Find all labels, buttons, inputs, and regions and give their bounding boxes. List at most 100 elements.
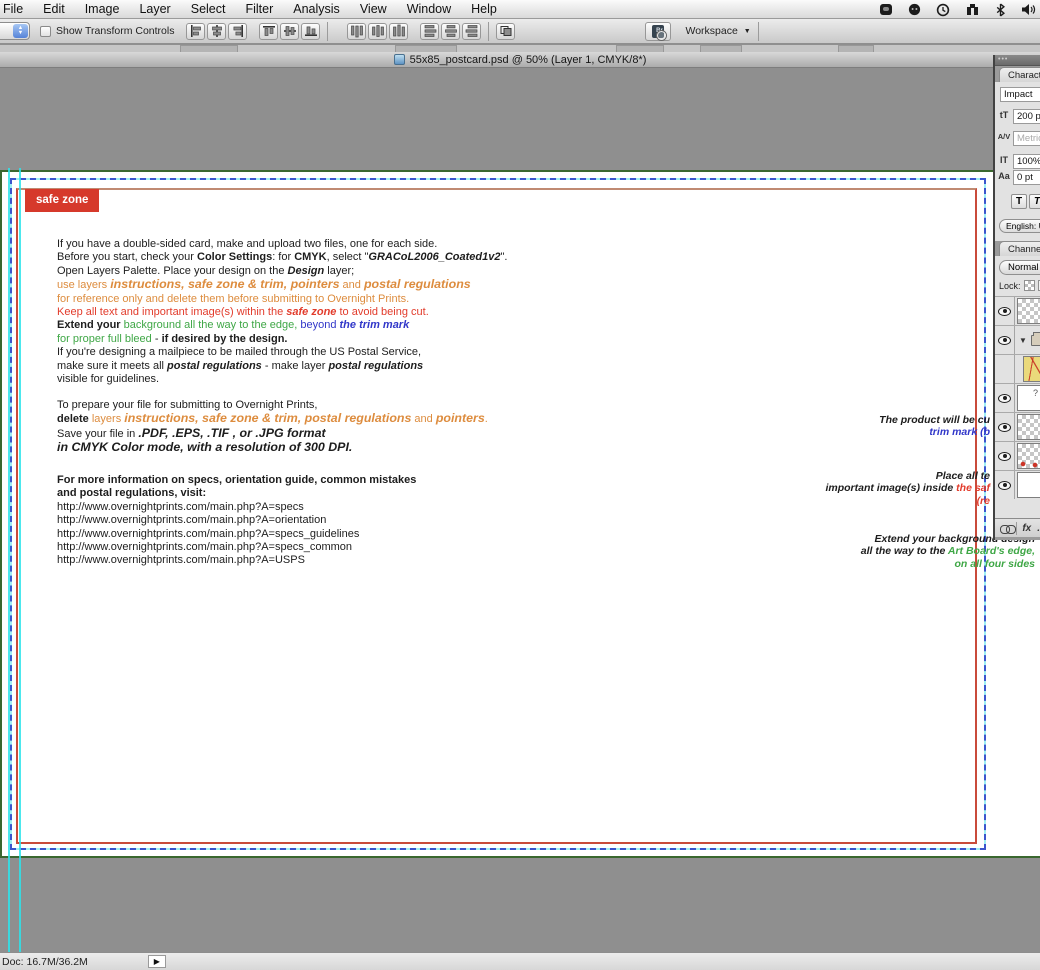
layer-style-fx-icon[interactable]: fx: [1022, 523, 1031, 534]
time-machine-clock-icon[interactable]: [936, 3, 950, 17]
text-line: http://www.overnightprints.com/main.php?…: [57, 528, 416, 541]
vertical-scale-field[interactable]: 100%: [1013, 154, 1040, 169]
menu-status-icons: [879, 0, 1036, 19]
distribute-bottom-edges-button[interactable]: [389, 23, 408, 40]
vertical-guide[interactable]: [8, 168, 10, 952]
layer-thumbnail[interactable]: [1017, 414, 1040, 440]
volume-icon[interactable]: [1021, 3, 1036, 16]
font-size-field[interactable]: 200 pt: [1013, 109, 1040, 124]
tab-channels[interactable]: Channels: [999, 241, 1040, 256]
dock-grip[interactable]: •••: [995, 55, 1040, 66]
visibility-eye-icon[interactable]: [995, 442, 1015, 470]
menu-view[interactable]: View: [350, 2, 397, 16]
text-line: delete layers instructions, safe zone & …: [57, 412, 488, 426]
menu-edit[interactable]: Edit: [33, 2, 75, 16]
kerning-field[interactable]: Metrics: [1013, 131, 1040, 146]
layer-thumbnail[interactable]: [1017, 298, 1040, 324]
menu-extra-circle-icon[interactable]: [908, 3, 921, 16]
align-horizontal-centers-button[interactable]: [207, 23, 226, 40]
safe-zone-label: safe zone: [25, 189, 99, 212]
layer-thumbnail[interactable]: [1017, 472, 1040, 498]
blend-mode-select[interactable]: Normal: [999, 260, 1040, 275]
align-bottom-edges-button[interactable]: [301, 23, 320, 40]
group-expand-icon[interactable]: ▼: [1019, 336, 1027, 345]
photoshop-application: File Edit Image Layer Select Filter Anal…: [0, 0, 1040, 970]
layer-row[interactable]: [995, 383, 1040, 412]
lock-options: Lock:: [999, 280, 1040, 291]
layer-row[interactable]: [995, 296, 1040, 325]
distribute-vertical-centers-button[interactable]: [368, 23, 387, 40]
panel-dock: ••• Character Impact tT 200 pt A/V Metri…: [993, 55, 1040, 540]
menu-file[interactable]: File: [0, 2, 33, 16]
lock-transparency-icon[interactable]: [1024, 280, 1035, 291]
group-select[interactable]: Group ▲▼: [0, 22, 30, 40]
align-top-edges-button[interactable]: [259, 23, 278, 40]
distribute-horizontal-centers-button[interactable]: [441, 23, 460, 40]
go-to-bridge-button[interactable]: Br: [645, 22, 671, 41]
instructions-text-block-1: If you have a double-sided card, make an…: [57, 238, 507, 386]
menu-window[interactable]: Window: [397, 2, 461, 16]
tab-character[interactable]: Character: [999, 67, 1040, 82]
menu-image[interactable]: Image: [75, 2, 130, 16]
show-transform-controls-checkbox[interactable]: Show Transform Controls: [40, 25, 174, 37]
align-vertical-centers-button[interactable]: [280, 23, 299, 40]
menu-filter[interactable]: Filter: [235, 2, 283, 16]
align-right-edges-button[interactable]: [228, 23, 247, 40]
visibility-eye-icon[interactable]: [995, 297, 1015, 325]
status-bar: Doc: 16.7M/36.2M ▶: [0, 952, 1040, 970]
menu-layer[interactable]: Layer: [129, 2, 180, 16]
text-line: Place all te: [825, 470, 990, 482]
link-layers-icon[interactable]: [1000, 525, 1010, 532]
text-line: To prepare your file for submitting to O…: [57, 399, 488, 412]
font-family-field[interactable]: Impact: [1000, 87, 1040, 102]
visibility-eye-icon[interactable]: [995, 471, 1015, 499]
distribute-right-edges-button[interactable]: [462, 23, 481, 40]
binoculars-icon[interactable]: [965, 3, 980, 16]
layer-row[interactable]: [995, 441, 1040, 470]
visibility-eye-icon[interactable]: [995, 384, 1015, 412]
layer-thumbnail[interactable]: [1017, 443, 1040, 469]
canvas-area[interactable]: safe zone If you have a double-sided car…: [0, 68, 1040, 952]
layer-row[interactable]: [995, 470, 1040, 499]
visibility-eye-icon[interactable]: [995, 326, 1015, 354]
visibility-eye-icon[interactable]: [995, 413, 1015, 441]
bluetooth-icon[interactable]: [995, 3, 1006, 17]
text-line: For more information on specs, orientati…: [57, 474, 416, 487]
workspace-menu[interactable]: Workspace ▼: [685, 25, 750, 37]
menu-analysis[interactable]: Analysis: [283, 2, 350, 16]
language-select[interactable]: English: US: [999, 219, 1040, 233]
chevron-down-icon: ▼: [744, 28, 751, 35]
vertical-guide[interactable]: [19, 168, 21, 952]
checkbox-icon[interactable]: [40, 26, 51, 37]
text-line: for proper full bleed - if desired by th…: [57, 333, 507, 346]
layer-row[interactable]: [995, 412, 1040, 441]
popup-stepper-icon: ▲▼: [13, 24, 28, 38]
baseline-shift-field[interactable]: 0 pt: [1013, 170, 1040, 185]
folder-icon: [1031, 335, 1040, 346]
layer-row[interactable]: ▼: [995, 325, 1040, 354]
document-title-bar[interactable]: 55x85_postcard.psd @ 50% (Layer 1, CMYK/…: [0, 52, 1040, 68]
auto-align-layers-button[interactable]: [496, 23, 515, 40]
menu-select[interactable]: Select: [181, 2, 236, 16]
faux-bold-button[interactable]: T: [1011, 194, 1027, 209]
document-size-info: Doc: 16.7M/36.2M: [2, 956, 88, 968]
text-line: The product will be cu: [879, 414, 990, 426]
text-line: Save your file in .PDF, .EPS, .TIF , or …: [57, 427, 488, 441]
pointer-note-trim: The product will be cutrim mark (b: [879, 414, 990, 439]
status-bar-menu-button[interactable]: ▶: [148, 955, 166, 968]
distribute-top-edges-button[interactable]: [347, 23, 366, 40]
instructions-text-block-2: To prepare your file for submitting to O…: [57, 399, 488, 456]
layer-row[interactable]: [995, 354, 1040, 383]
font-size-icon: tT: [996, 110, 1012, 120]
text-line: make sure it meets all postal regulation…: [57, 360, 507, 373]
menu-help[interactable]: Help: [461, 2, 507, 16]
align-left-edges-button[interactable]: [186, 23, 205, 40]
menu-extra-app-icon[interactable]: [879, 3, 893, 16]
text-line: Keep all text and important image(s) wit…: [57, 306, 507, 319]
instructions-text-block-3: For more information on specs, orientati…: [57, 474, 416, 568]
distribute-left-edges-button[interactable]: [420, 23, 439, 40]
visibility-toggle-empty[interactable]: [995, 355, 1015, 383]
layer-thumbnail[interactable]: [1017, 385, 1040, 411]
faux-italic-button[interactable]: T: [1029, 194, 1040, 209]
layer-thumbnail[interactable]: [1023, 356, 1040, 382]
